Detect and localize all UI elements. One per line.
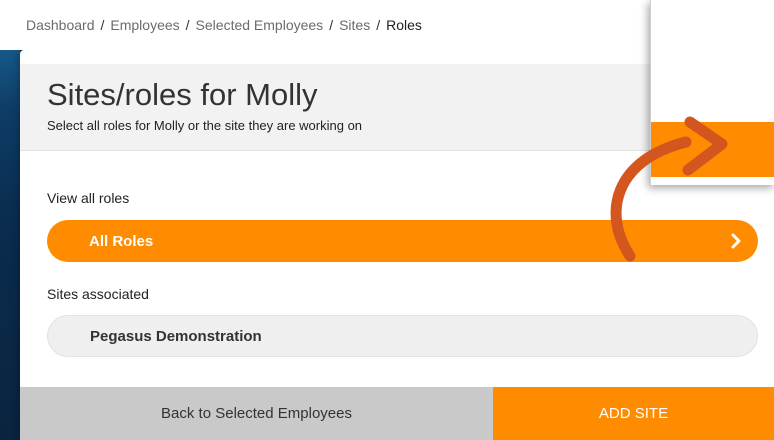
breadcrumb-employees[interactable]: Employees (110, 17, 179, 33)
site-item-label: Pegasus Demonstration (90, 327, 262, 345)
roles-section-label: View all roles (47, 190, 130, 206)
page-title: Sites/roles for Molly (47, 77, 318, 112)
site-item-pegasus-demonstration[interactable]: Pegasus Demonstration (47, 315, 758, 357)
sites-section-label: Sites associated (47, 286, 149, 302)
breadcrumb-separator: / (100, 17, 105, 33)
breadcrumb-current: Roles (386, 17, 422, 33)
breadcrumb-dashboard[interactable]: Dashboard (26, 17, 95, 33)
all-roles-label: All Roles (89, 232, 154, 250)
footer-bar: Back to Selected Employees ADD SITE (20, 387, 774, 440)
inset-add-site-bar (651, 122, 774, 177)
back-to-selected-employees-button[interactable]: Back to Selected Employees (20, 387, 493, 440)
zoom-inset (650, 0, 774, 185)
page-subtitle: Select all roles for Molly or the site t… (47, 118, 363, 133)
add-site-button[interactable]: ADD SITE (493, 387, 774, 440)
desktop-background (0, 0, 20, 440)
breadcrumb-selected-employees[interactable]: Selected Employees (196, 17, 324, 33)
breadcrumb-sites[interactable]: Sites (339, 17, 370, 33)
breadcrumb-separator: / (185, 17, 190, 33)
breadcrumb-separator: / (376, 17, 381, 33)
all-roles-button[interactable]: All Roles (47, 220, 758, 262)
chevron-right-icon (731, 233, 741, 249)
breadcrumb-separator: / (329, 17, 334, 33)
